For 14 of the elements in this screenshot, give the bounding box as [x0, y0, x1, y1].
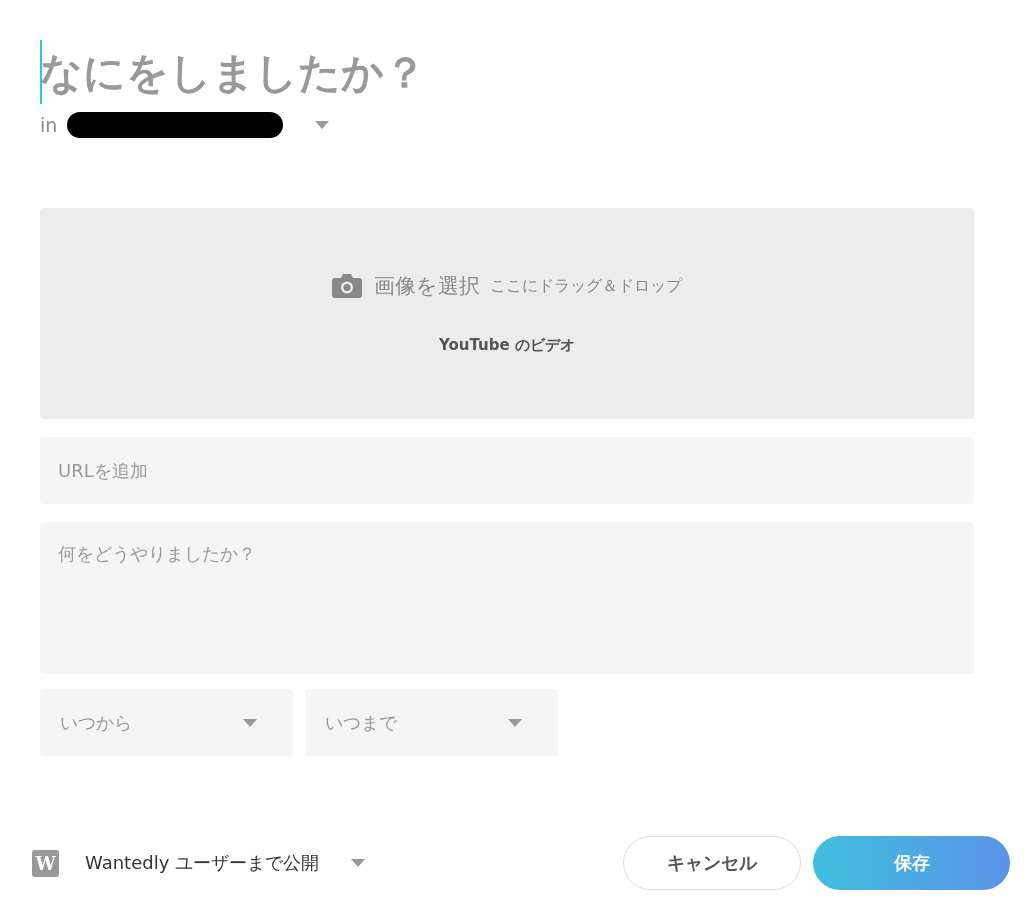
camera-icon [332, 274, 362, 298]
caret-icon [243, 718, 257, 727]
caret-icon [351, 859, 366, 867]
upload-area[interactable]: 画像を選択 ここにドラッグ＆ドロップ YouTube のビデオ [40, 208, 974, 419]
drop-hint: ここにドラッグ＆ドロップ [490, 275, 682, 297]
youtube-video-link[interactable]: YouTube のビデオ [439, 336, 575, 355]
logo-icon: W [32, 849, 59, 877]
caret-icon [315, 121, 330, 129]
visibility-dropdown[interactable]: Wantedly ユーザーまで公開 [85, 851, 366, 875]
in-label: in [40, 114, 58, 136]
caret-icon [508, 718, 522, 727]
cancel-button[interactable]: キャンセル [623, 836, 801, 890]
description-field[interactable]: 何をどうやりましたか？ [40, 522, 974, 674]
url-field[interactable]: URLを追加 [40, 437, 974, 504]
